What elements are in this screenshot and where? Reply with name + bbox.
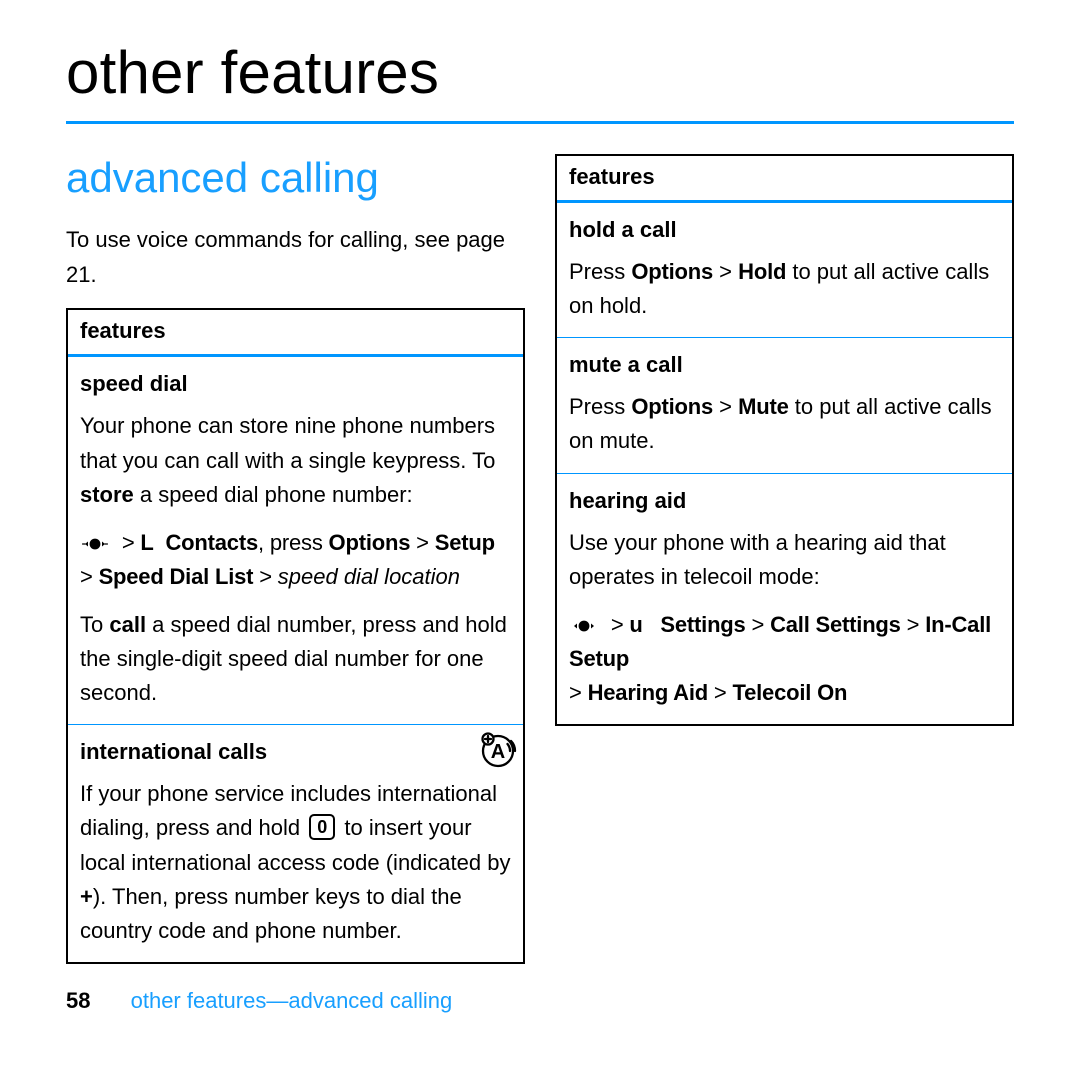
table-row: speed dial Your phone can store nine pho… [68,357,523,725]
table-row: hold a call Press Options > Hold to put … [557,203,1012,338]
network-feature-icon: A [479,731,517,779]
speed-dial-store-paragraph: Your phone can store nine phone numbers … [80,409,511,511]
hearing-aid-paragraph: Use your phone with a hearing aid that o… [569,526,1000,594]
page: other features advanced calling To use v… [0,0,1080,1014]
page-number: 58 [66,988,90,1013]
intro-text: To use voice commands for calling, see p… [66,222,525,292]
table-row: international calls A If [68,725,523,962]
speed-dial-call-paragraph: To call a speed dial number, press and h… [80,608,511,710]
row-title-hearing-aid: hearing aid [569,484,1000,518]
page-title: other features [66,38,1014,124]
hold-paragraph: Press Options > Hold to put all active c… [569,255,1000,323]
table-header: features [68,310,523,357]
page-footer: 58 other features—advanced calling [66,988,1014,1014]
speed-dial-setup-path: > L Contacts, press Options > Setup > Sp… [80,526,511,594]
hearing-aid-path: > u Settings > Call Settings > In-Call S… [569,608,1000,710]
features-table-left: features speed dial Your phone can store… [66,308,525,963]
mute-paragraph: Press Options > Mute to put all active c… [569,390,1000,458]
right-column: features hold a call Press Options > Hol… [555,154,1014,964]
row-title-speed-dial: speed dial [80,367,511,401]
features-table-right: features hold a call Press Options > Hol… [555,154,1014,726]
row-title-hold: hold a call [569,213,1000,247]
row-title-mute: mute a call [569,348,1000,382]
section-heading: advanced calling [66,154,525,202]
zero-key-icon: 0 [309,814,335,840]
row-title-international: international calls [80,735,511,769]
international-paragraph: If your phone service includes internati… [80,777,511,947]
footer-label: other features—advanced calling [131,988,453,1013]
navigation-key-icon [571,616,597,636]
navigation-key-icon [82,534,108,554]
svg-text:A: A [491,741,505,763]
table-header: features [557,156,1012,203]
table-row: mute a call Press Options > Mute to put … [557,338,1012,473]
table-row: hearing aid Use your phone with a hearin… [557,474,1012,725]
two-column-layout: advanced calling To use voice commands f… [66,154,1014,964]
left-column: advanced calling To use voice commands f… [66,154,525,964]
